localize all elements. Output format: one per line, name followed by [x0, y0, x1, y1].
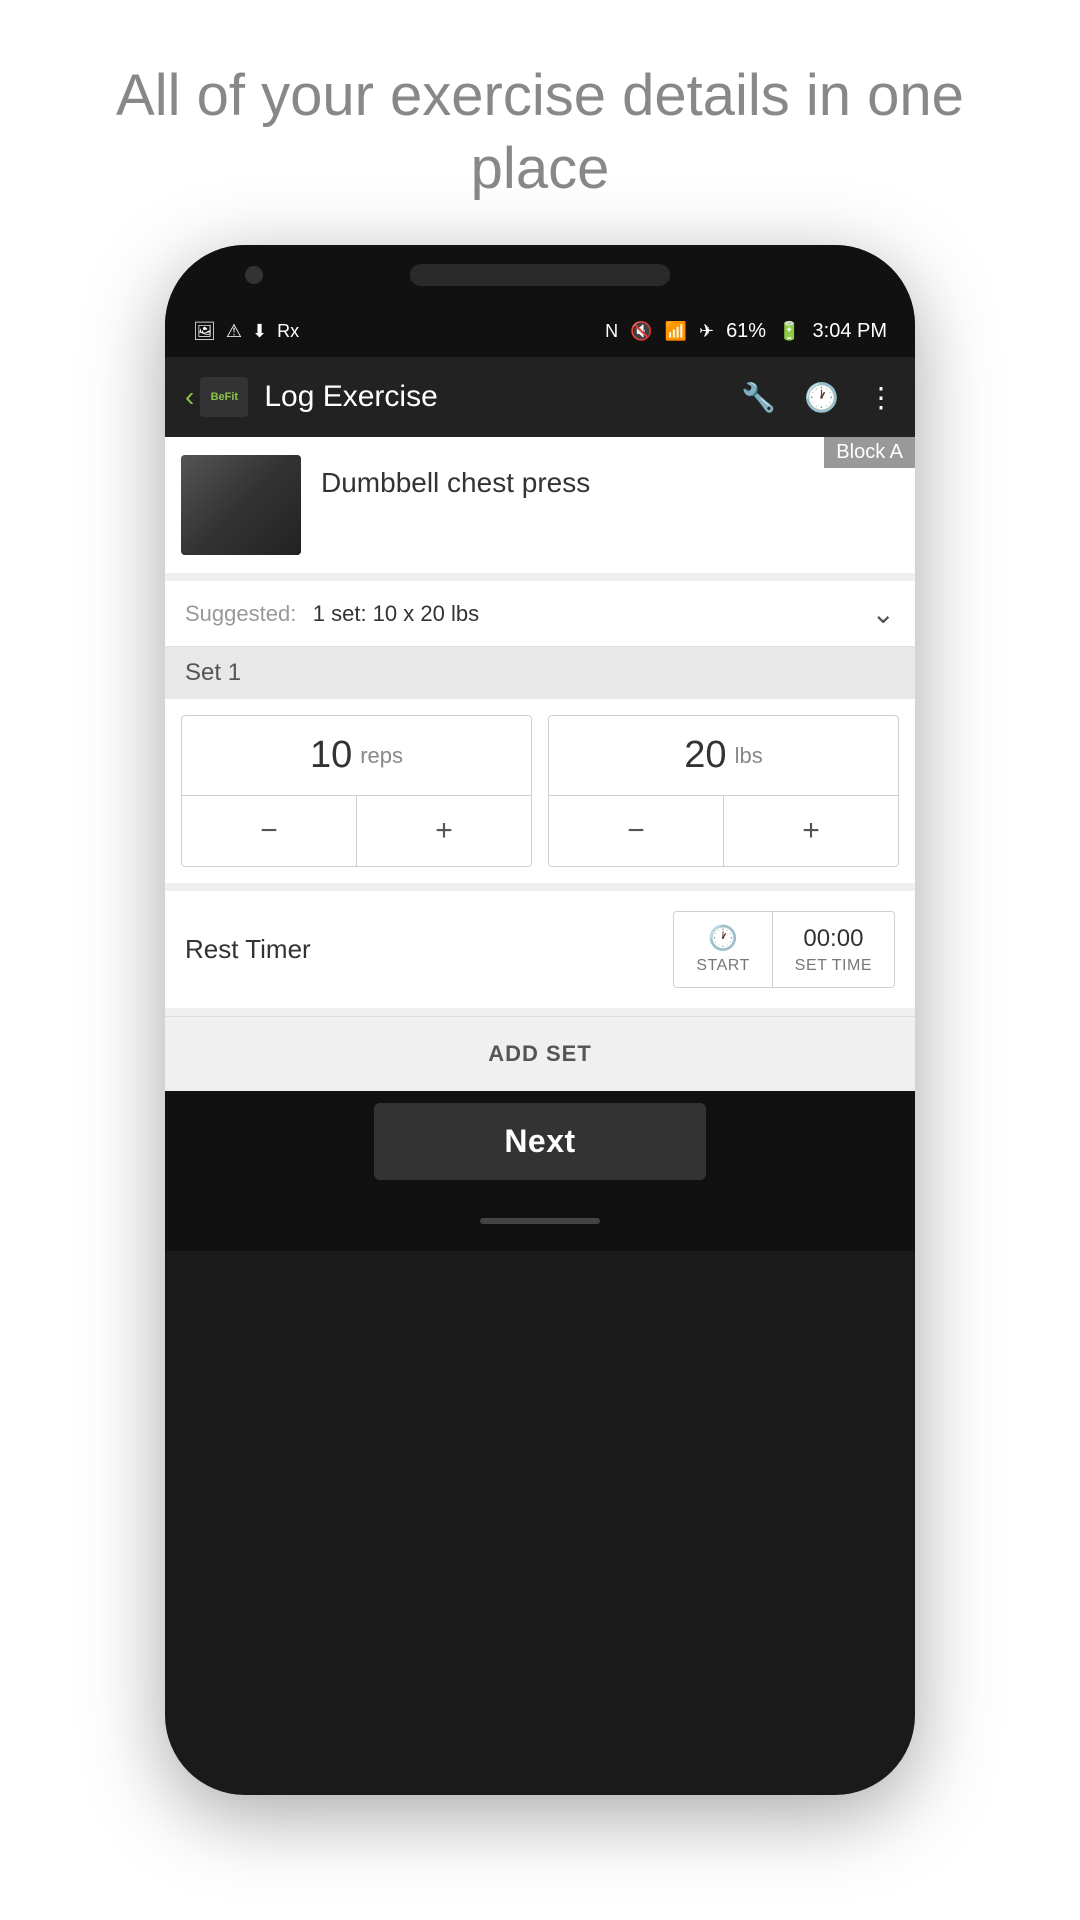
weight-control-box: 20 lbs − +: [548, 715, 899, 867]
logo-text: BeFit: [211, 391, 239, 403]
weight-increase-button[interactable]: +: [724, 796, 898, 866]
add-set-button[interactable]: ADD SET: [165, 1016, 915, 1091]
reps-number: 10: [310, 734, 352, 777]
exercise-card: Block A Dumbbell chest press: [165, 437, 915, 573]
weight-unit: lbs: [735, 743, 763, 769]
toolbar-title: Log Exercise: [264, 380, 741, 414]
bottom-bar: Next: [165, 1091, 915, 1191]
home-bar: [480, 1218, 600, 1224]
toolbar-actions: 🔧 🕐 ⋮: [741, 381, 895, 414]
phone-bottom: [165, 1191, 915, 1251]
reps-increase-button[interactable]: +: [357, 796, 531, 866]
block-badge: Block A: [824, 437, 915, 468]
start-label: START: [696, 957, 749, 975]
phone-top: [165, 245, 915, 305]
status-bar: 🖼 ⚠ ⬇ Rx N 🔇 📶 ✈ 61% 🔋 3:04 PM: [165, 305, 915, 357]
rest-timer-label: Rest Timer: [185, 934, 673, 965]
reps-unit: reps: [360, 743, 403, 769]
phone-shell: 🖼 ⚠ ⬇ Rx N 🔇 📶 ✈ 61% 🔋 3:04 PM ‹ BeFit L…: [165, 245, 915, 1795]
back-chevron-icon: ‹: [185, 381, 194, 413]
app-toolbar: ‹ BeFit Log Exercise 🔧 🕐 ⋮: [165, 357, 915, 437]
status-left-icons: 🖼 ⚠ ⬇ Rx: [193, 321, 299, 342]
battery-percent: 61%: [726, 320, 766, 343]
weight-value-row: 20 lbs: [549, 716, 898, 795]
suggested-label: Suggested:: [185, 601, 296, 626]
clock-time: 3:04 PM: [813, 320, 887, 343]
airplane-icon: ✈: [699, 321, 714, 342]
speaker-grille: [410, 264, 670, 286]
reps-value-row: 10 reps: [182, 716, 531, 795]
reps-decrease-button[interactable]: −: [182, 796, 357, 866]
mute-icon: 🔇: [630, 321, 652, 342]
exercise-thumbnail[interactable]: [181, 455, 301, 555]
warning-icon: ⚠: [226, 321, 242, 342]
back-button[interactable]: ‹ BeFit: [185, 377, 248, 417]
next-button[interactable]: Next: [374, 1103, 705, 1180]
battery-icon: 🔋: [778, 321, 800, 342]
wrench-icon[interactable]: 🔧: [741, 381, 776, 414]
rx-icon: Rx: [277, 321, 299, 342]
nfc-icon: N: [605, 321, 618, 342]
rest-timer-row: Rest Timer 🕐 START 00:00 SET TIME: [165, 891, 915, 1008]
app-logo: BeFit: [200, 377, 248, 417]
chevron-down-icon: ⌄: [872, 597, 895, 630]
suggested-row[interactable]: Suggested: 1 set: 10 x 20 lbs ⌄: [165, 581, 915, 647]
reps-buttons-row: − +: [182, 795, 531, 866]
sets-area: 10 reps − + 20 lbs − +: [165, 699, 915, 883]
suggested-text: Suggested: 1 set: 10 x 20 lbs: [185, 601, 479, 627]
image-icon: 🖼: [193, 321, 216, 342]
weight-buttons-row: − +: [549, 795, 898, 866]
page-header: All of your exercise details in one plac…: [0, 0, 1080, 245]
timer-value: 00:00: [803, 925, 863, 953]
wifi-icon: 📶: [665, 321, 687, 342]
download-icon: ⬇: [252, 321, 267, 342]
suggested-value: 1 set: 10 x 20 lbs: [313, 601, 479, 626]
exercise-name: Dumbbell chest press: [321, 467, 590, 498]
timer-clock-icon: 🕐: [708, 924, 738, 953]
set-header: Set 1: [165, 647, 915, 699]
screen-content: Block A Dumbbell chest press Suggested: …: [165, 437, 915, 1191]
timer-start-button[interactable]: 🕐 START: [674, 912, 772, 987]
reps-control-box: 10 reps − +: [181, 715, 532, 867]
status-right-icons: N 🔇 📶 ✈ 61% 🔋 3:04 PM: [605, 320, 887, 343]
front-camera: [245, 266, 263, 284]
weight-decrease-button[interactable]: −: [549, 796, 724, 866]
history-icon[interactable]: 🕐: [804, 381, 839, 414]
exercise-info: Dumbbell chest press: [321, 467, 590, 499]
timer-settime-button[interactable]: 00:00 SET TIME: [773, 912, 894, 987]
weight-number: 20: [684, 734, 726, 777]
timer-buttons-group: 🕐 START 00:00 SET TIME: [673, 911, 895, 988]
set-time-label: SET TIME: [795, 957, 872, 975]
more-options-icon[interactable]: ⋮: [867, 381, 895, 414]
